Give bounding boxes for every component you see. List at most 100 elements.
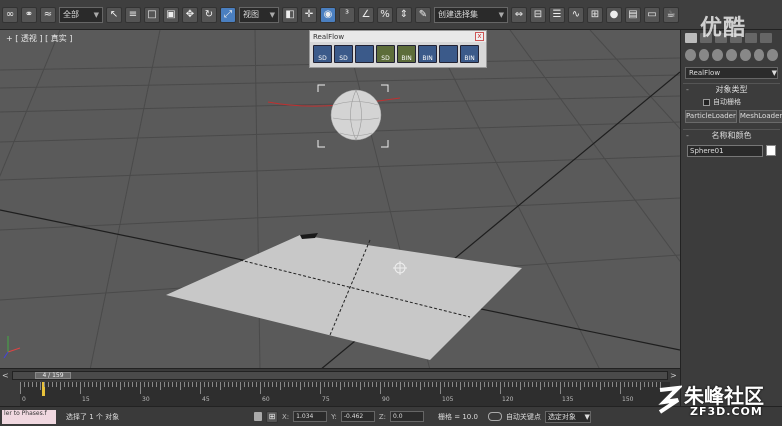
key-icon[interactable] [487,412,502,421]
selection-filter-dropdown[interactable]: 全部 ▼ [59,6,103,23]
track-bar-tick [240,382,241,390]
chevron-right-icon[interactable]: > [670,371,677,380]
track-bar-tick [536,382,537,387]
realflow-import-sd-button[interactable]: SD [376,45,395,63]
auto-key-button[interactable]: 自动关键点 [506,412,541,422]
create-tab-icon[interactable] [685,33,697,43]
named-selection-dropdown[interactable]: 创建选择集 ▼ [434,6,508,23]
mesh-loader-button[interactable]: MeshLoader [738,110,782,123]
align-icon[interactable]: ⊟ [530,6,546,23]
manipulate-icon[interactable]: ✛ [301,6,317,23]
lock-icon[interactable] [254,412,262,421]
track-bar-tick [604,382,605,387]
sphere-object[interactable] [330,89,382,141]
systems-icon[interactable] [767,49,779,61]
rect-select-icon[interactable]: □ [144,6,160,23]
cameras-icon[interactable] [726,49,737,61]
chevron-down-icon: ▼ [93,10,99,19]
reference-coord-dropdown[interactable]: 视图 ▼ [239,6,279,23]
keyboard-shortcut-icon[interactable]: ◉ [320,6,336,23]
track-bar-tick [620,382,621,394]
track-bar-tick [392,382,393,387]
curve-editor-icon[interactable]: ∿ [568,6,584,23]
track-bar-tick [52,382,53,387]
angle-snap-icon[interactable]: ∠ [358,6,374,23]
y-coord-field[interactable]: -0.462 [340,411,375,422]
render-frame-icon[interactable]: ▭ [644,6,660,23]
perspective-viewport[interactable]: + [ 透视 ] [ 真实 ] [0,30,680,370]
layer-icon[interactable]: ☰ [549,6,565,23]
time-slider[interactable]: 4 / 159 [12,371,668,380]
track-bar-tick [76,382,77,387]
realflow-bin-button[interactable]: BIN [418,45,437,63]
window-crossing-icon[interactable]: ▣ [163,6,179,23]
absolute-mode-icon[interactable]: ⊞ [266,410,278,423]
mirror-icon[interactable]: ⇔ [511,6,527,23]
spinner-snap-icon[interactable]: ⇕ [396,6,412,23]
track-bar-tick [112,382,113,387]
render-icon[interactable]: ☕ [663,6,679,23]
realflow-bin-button[interactable]: BIN [460,45,479,63]
x-label: X: [282,412,290,421]
track-bar-tick [516,382,517,387]
link-icon[interactable]: ∞ [2,6,18,23]
realflow-title-bar[interactable]: RealFlow x [310,31,486,42]
percent-snap-icon[interactable]: % [377,6,393,23]
lights-icon[interactable] [712,49,724,61]
z-coord-field[interactable]: 0.0 [390,411,425,422]
particle-loader-button[interactable]: ParticleLoader [685,110,737,123]
utilities-tab-icon[interactable] [760,33,772,43]
rotate-icon[interactable]: ↻ [201,6,217,23]
track-bar-tick [184,382,185,387]
plane-object[interactable] [166,235,522,360]
object-name-field[interactable]: Sphere01 [687,145,763,157]
render-setup-icon[interactable]: ▤ [625,6,641,23]
object-color-swatch[interactable] [766,145,776,156]
viewport-label[interactable]: + [ 透视 ] [ 真实 ] [6,33,72,44]
track-bar-tick [300,382,301,390]
edit-named-selection-icon[interactable]: ✎ [415,6,431,23]
time-slider-thumb[interactable]: 4 / 159 [35,372,71,379]
geometry-icon[interactable] [685,49,696,61]
select-by-name-icon[interactable]: ≡ [125,6,141,23]
move-icon[interactable]: ✥ [182,6,198,23]
auto-grid-checkbox[interactable] [703,98,710,106]
helpers-icon[interactable] [739,49,751,61]
schematic-icon[interactable]: ⊞ [587,6,603,23]
track-bar[interactable]: 0 15 30 45 60 75 90 105 120 135 150 [20,382,670,407]
bind-icon[interactable]: ≈ [40,6,56,23]
auto-grid-row[interactable]: 自动栅格 [683,96,780,108]
snap-icon[interactable]: ³ [339,6,355,23]
key-filter-dropdown[interactable]: 选定对象 ▼ [544,410,591,423]
track-bar-tick [296,382,297,387]
shapes-icon[interactable] [698,49,710,61]
track-bar-tick [464,382,465,387]
select-icon[interactable]: ↖ [106,6,122,23]
zf3d-watermark: 朱峰社区 ZF3D.COM [656,380,782,426]
scale-icon[interactable]: ⤢ [220,6,236,23]
object-type-rollout-header[interactable]: - 对象类型 [683,84,780,96]
track-bar-tick [544,382,545,387]
command-panel: RealFlow ▼ - 对象类型 自动栅格 ParticleLoader Mes… [680,30,782,408]
track-bar-tick [580,382,581,390]
realflow-camera-button[interactable] [355,45,374,63]
chevron-left-icon[interactable]: < [2,371,9,380]
realflow-export-sd-button[interactable]: SD [334,45,353,63]
realflow-import-bin-button[interactable]: BIN [397,45,416,63]
maxscript-listener[interactable]: ler to Phases.f [2,409,56,424]
realflow-mesh-button[interactable] [439,45,458,63]
track-bar-tick [512,382,513,387]
realflow-export-sd-button[interactable]: SD [313,45,332,63]
name-color-rollout-header[interactable]: - 名称和颜色 [683,130,780,142]
track-bar-tick [264,382,265,387]
close-icon[interactable]: x [475,32,484,41]
track-bar-tick [348,382,349,387]
x-coord-field[interactable]: 1.034 [293,411,328,422]
track-bar-tick [376,382,377,387]
pivot-icon[interactable]: ◧ [282,6,298,23]
category-dropdown[interactable]: RealFlow ▼ [685,67,778,79]
material-editor-icon[interactable]: ● [606,6,622,23]
display-tab-icon[interactable] [745,33,757,43]
space-warps-icon[interactable] [753,49,765,61]
unlink-icon[interactable]: ⚭ [21,6,37,23]
